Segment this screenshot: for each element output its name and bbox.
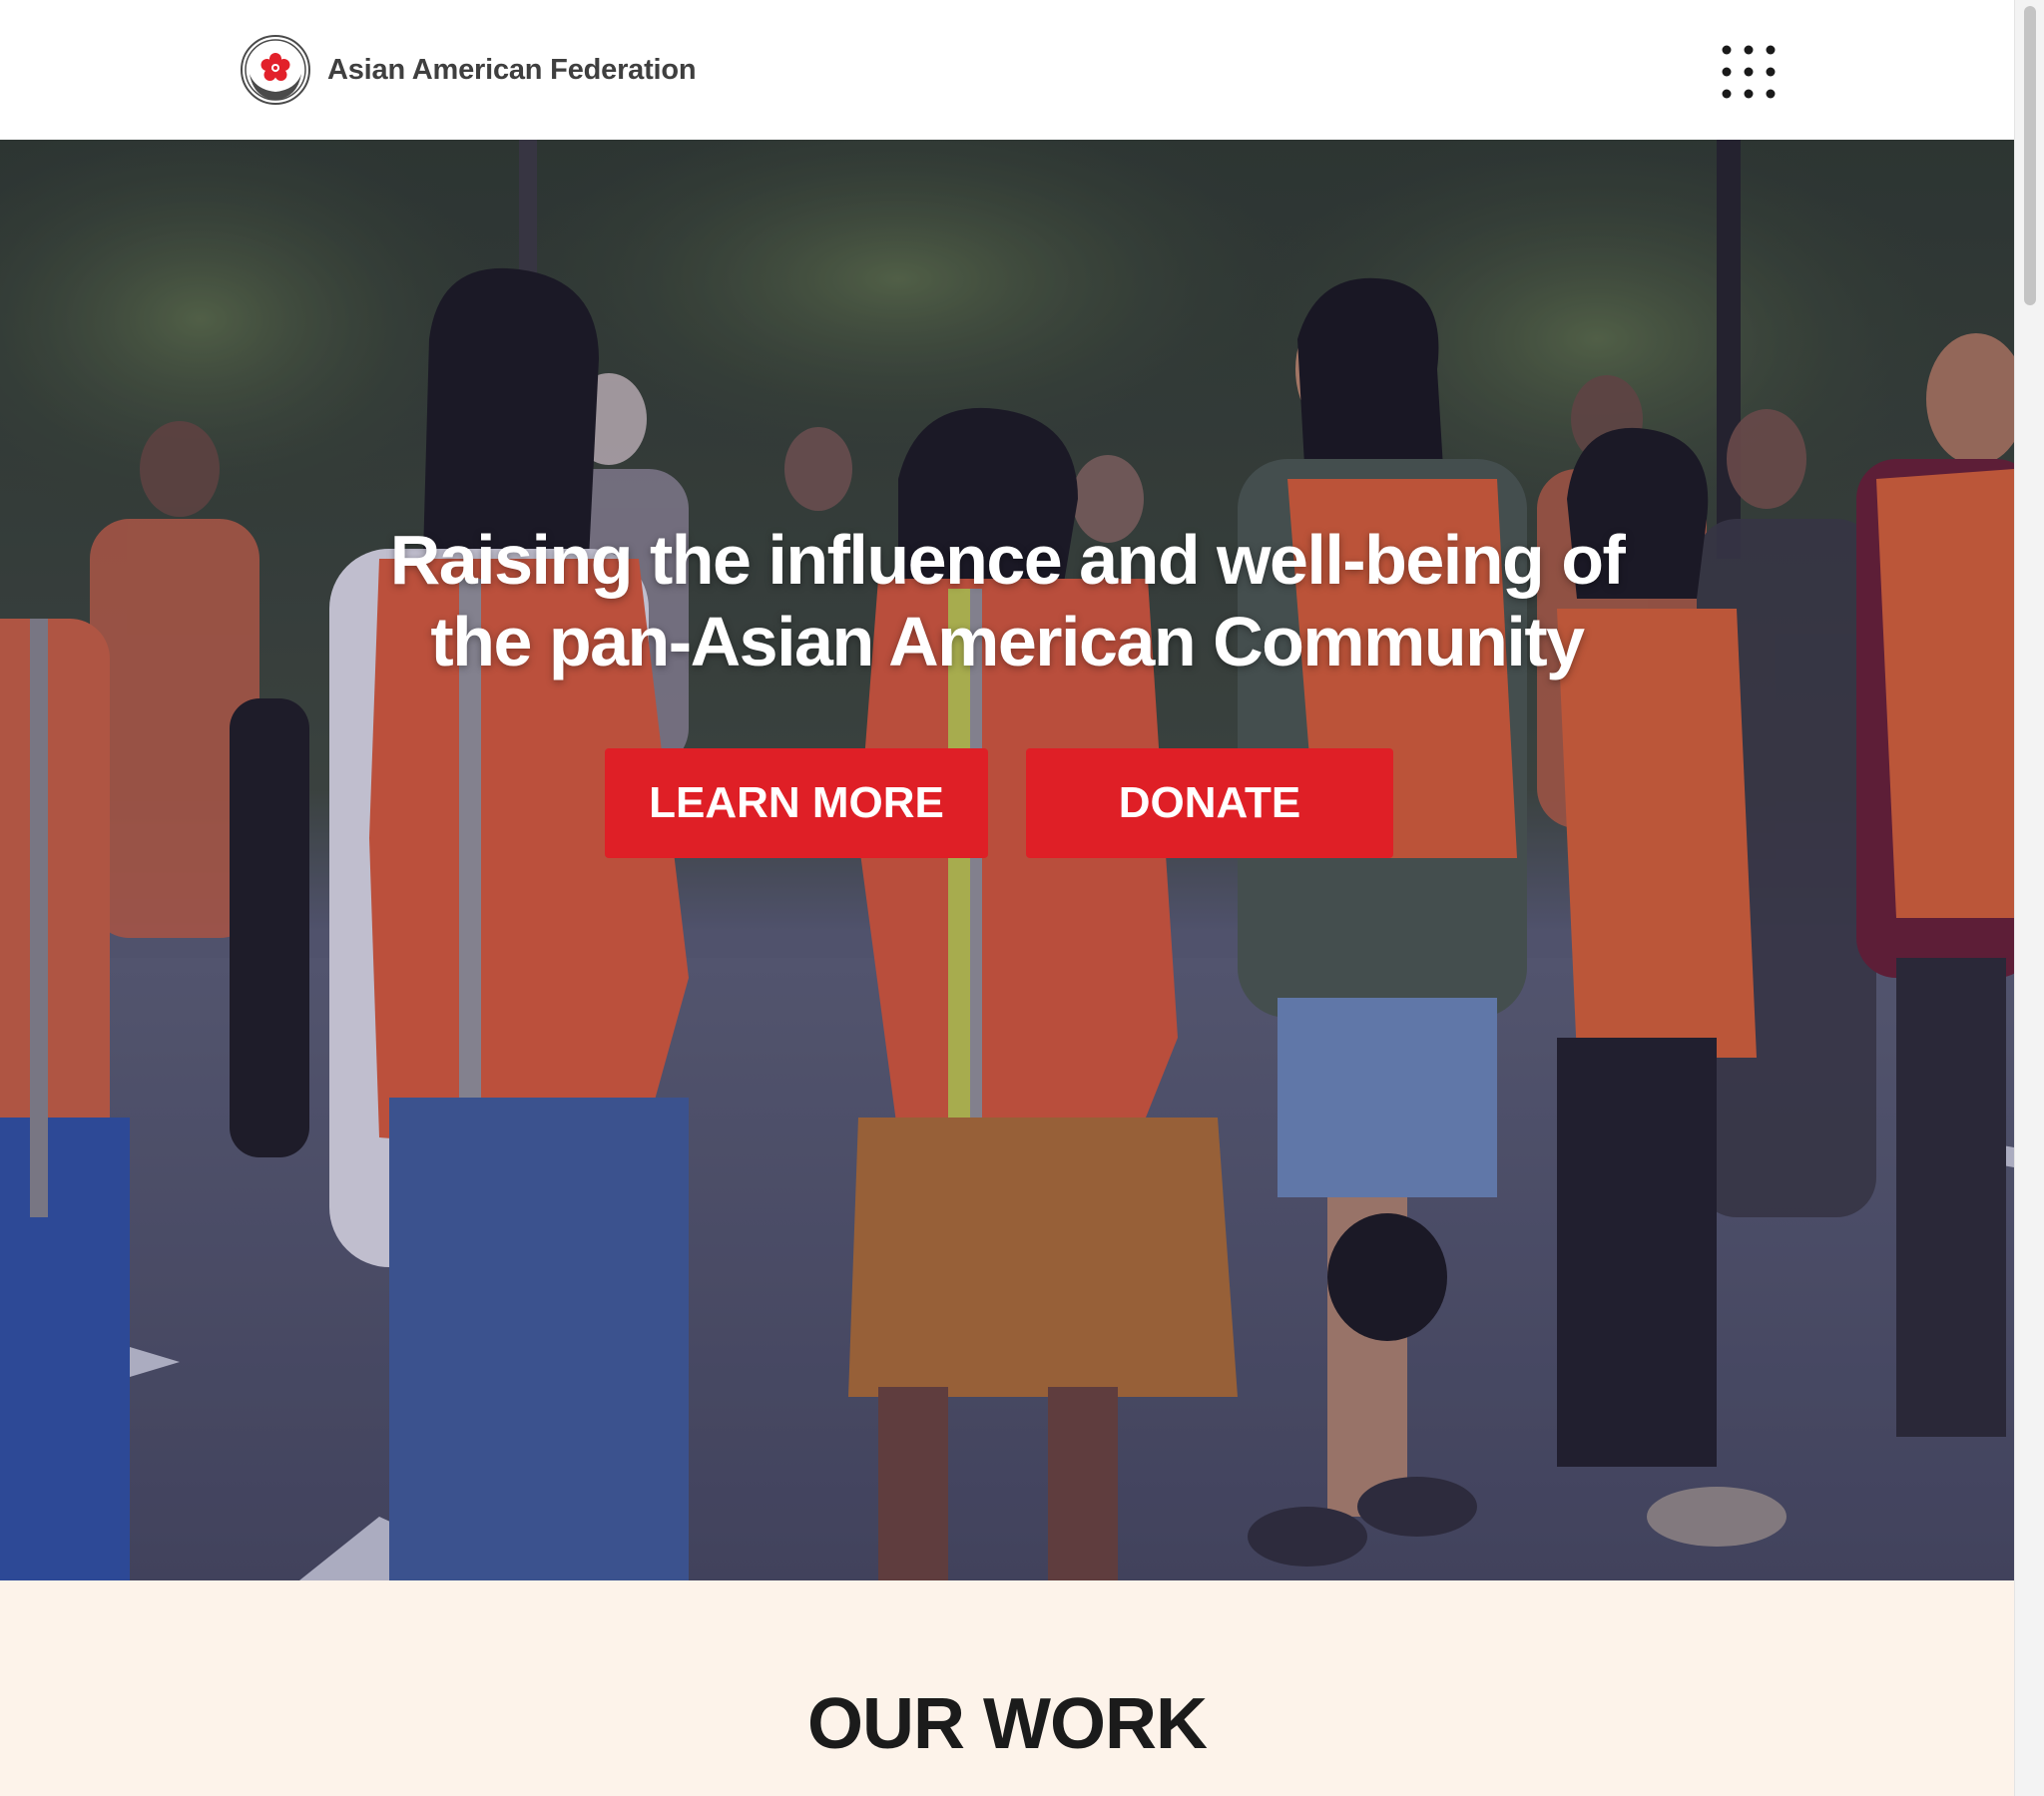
hero-content: Raising the influence and well-being of … [0,519,2014,682]
grid-menu-icon [1722,45,1776,99]
logo-link[interactable]: Asian American Federation [240,34,697,106]
menu-button[interactable] [1713,36,1785,108]
page-scrollbar[interactable] [2014,0,2044,1796]
hero-heading: Raising the influence and well-being of … [388,519,1626,682]
our-work-title: OUR WORK [807,1684,1208,1764]
hero-buttons: LEARN MORE DONATE [0,748,2014,858]
hero-heading-line-1: Raising the influence and well-being of [389,521,1626,599]
hero-heading-line-2: the pan-Asian American Community [430,603,1585,680]
hero-overlay [0,140,2014,1580]
learn-more-button[interactable]: LEARN MORE [605,748,988,858]
site-header: Asian American Federation [0,0,2014,140]
our-work-section: OUR WORK [0,1580,2014,1796]
logo-text: Asian American Federation [327,53,697,86]
hero-section: Raising the influence and well-being of … [0,140,2014,1580]
donate-button[interactable]: DONATE [1026,748,1393,858]
federation-logo-icon [241,35,310,105]
scrollbar-thumb[interactable] [2024,6,2036,305]
